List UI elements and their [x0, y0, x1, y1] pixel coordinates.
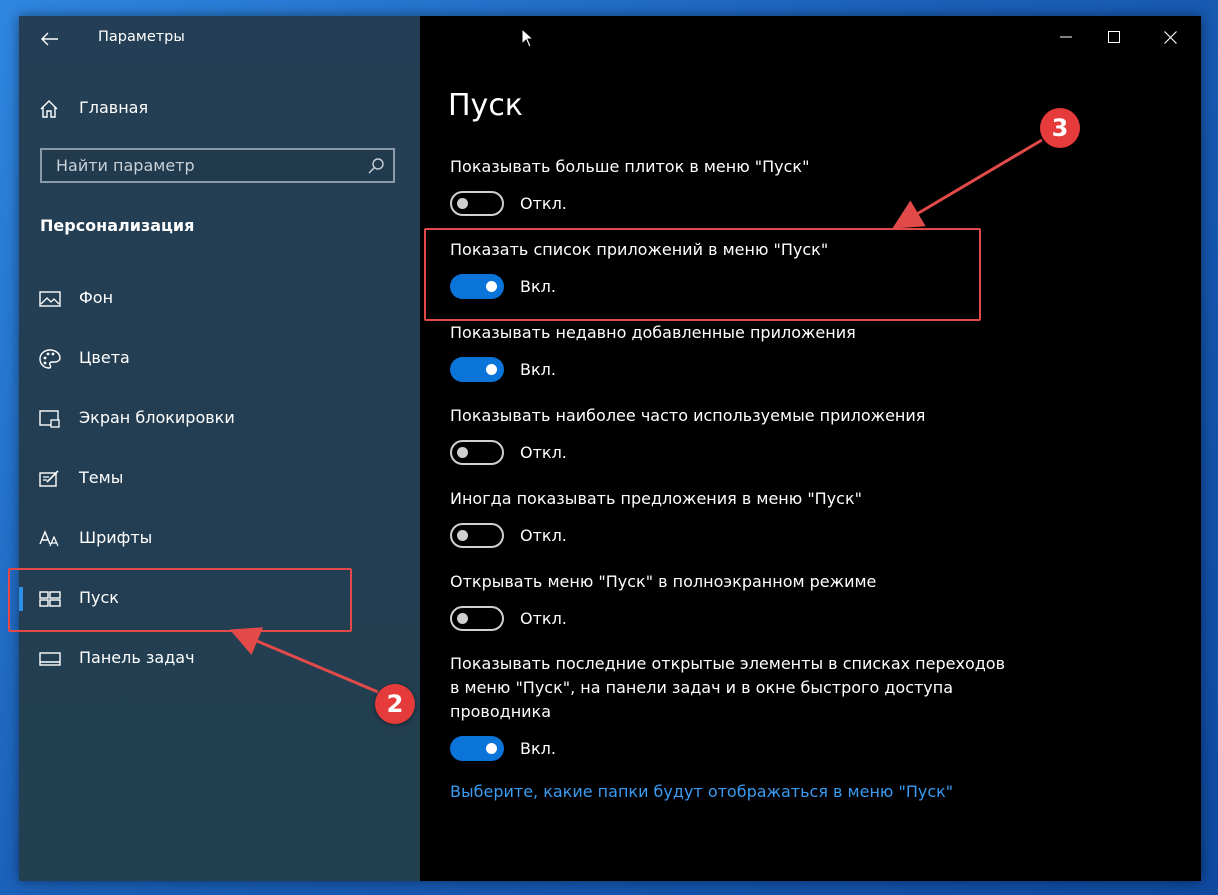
search-icon[interactable]: [367, 157, 385, 175]
palette-icon: [39, 349, 61, 369]
annotation-badge-2: 2: [375, 684, 415, 724]
minimize-button[interactable]: [1043, 23, 1089, 51]
sidebar-item-colors[interactable]: Цвета: [19, 337, 420, 381]
sidebar-item-label: Экран блокировки: [79, 408, 235, 427]
setting-most-used: Показывать наиболее часто используемые п…: [450, 404, 1050, 476]
setting-recently-added: Показывать недавно добавленные приложени…: [450, 321, 1050, 393]
back-button[interactable]: [33, 24, 67, 54]
sidebar-item-label: Фон: [79, 288, 114, 307]
minimize-icon: [1060, 36, 1072, 38]
toggle-knob: [457, 613, 468, 624]
settings-window: Параметры Главная Персонализация Фон: [19, 16, 1201, 881]
toggle-state-text: Вкл.: [520, 739, 556, 758]
picture-icon: [39, 291, 61, 307]
scrollbar[interactable]: [1191, 56, 1201, 876]
toggle-state-text: Откл.: [520, 526, 567, 545]
sidebar-item-label: Шрифты: [79, 528, 153, 547]
sidebar-item-themes[interactable]: Темы: [19, 457, 420, 501]
setting-fullscreen: Открывать меню "Пуск" в полноэкранном ре…: [450, 570, 1050, 642]
themes-icon: [39, 470, 59, 487]
annotation-box-start: [8, 568, 352, 632]
annotation-box-app-list: [424, 228, 981, 321]
setting-recent-items: Показывать последние открытые элементы в…: [450, 652, 1010, 772]
toggle-switch[interactable]: [450, 523, 504, 548]
sidebar-item-fonts[interactable]: Шрифты: [19, 517, 420, 561]
page-title: Пуск: [448, 88, 523, 123]
toggle-switch[interactable]: [450, 606, 504, 631]
toggle-knob: [486, 364, 497, 375]
setting-label: Иногда показывать предложения в меню "Пу…: [450, 489, 862, 508]
search-box: [40, 148, 395, 183]
mouse-cursor-icon: [521, 28, 535, 48]
sidebar-item-background[interactable]: Фон: [19, 277, 420, 321]
setting-label: Открывать меню "Пуск" в полноэкранном ре…: [450, 572, 877, 591]
toggle-switch[interactable]: [450, 357, 504, 382]
toggle-knob: [486, 743, 497, 754]
toggle-state-text: Вкл.: [520, 360, 556, 379]
sidebar-item-label: Темы: [79, 468, 124, 487]
sidebar-item-home[interactable]: Главная: [19, 94, 420, 124]
toggle-switch[interactable]: [450, 191, 504, 216]
setting-label: Показывать наиболее часто используемые п…: [450, 406, 926, 425]
choose-folders-link[interactable]: Выберите, какие папки будут отображаться…: [450, 782, 953, 801]
setting-suggestions: Иногда показывать предложения в меню "Пу…: [450, 487, 1050, 559]
setting-label: Показывать недавно добавленные приложени…: [450, 323, 856, 342]
sidebar: Параметры Главная Персонализация Фон: [19, 16, 420, 881]
toggle-knob: [457, 198, 468, 209]
toggle-state-text: Откл.: [520, 443, 567, 462]
close-button[interactable]: [1147, 23, 1193, 51]
sidebar-item-label: Цвета: [79, 348, 130, 367]
setting-label: Показывать больше плиток в меню "Пуск": [450, 157, 810, 176]
app-title: Параметры: [98, 29, 185, 45]
back-arrow-icon: [41, 32, 58, 46]
home-icon: [40, 100, 58, 118]
toggle-switch[interactable]: [450, 440, 504, 465]
annotation-badge-3: 3: [1040, 108, 1080, 148]
sidebar-item-taskbar[interactable]: Панель задач: [19, 637, 420, 681]
toggle-knob: [457, 530, 468, 541]
sidebar-item-label: Панель задач: [79, 648, 195, 667]
taskbar-icon: [39, 652, 61, 666]
toggle-switch[interactable]: [450, 736, 504, 761]
lock-screen-icon: [39, 410, 60, 428]
section-title: Персонализация: [40, 216, 195, 235]
toggle-knob: [457, 447, 468, 458]
close-icon: [1163, 30, 1177, 44]
sidebar-item-label: Главная: [79, 98, 149, 117]
fonts-icon: [39, 530, 59, 547]
maximize-button[interactable]: [1091, 23, 1137, 51]
maximize-icon: [1108, 31, 1120, 43]
sidebar-item-lock-screen[interactable]: Экран блокировки: [19, 397, 420, 441]
search-input[interactable]: [42, 150, 366, 181]
toggle-state-text: Откл.: [520, 609, 567, 628]
setting-label: Показывать последние открытые элементы в…: [450, 654, 1006, 721]
toggle-state-text: Откл.: [520, 194, 567, 213]
setting-more-tiles: Показывать больше плиток в меню "Пуск" О…: [450, 155, 1050, 227]
main-content: Пуск Показывать больше плиток в меню "Пу…: [420, 16, 1201, 881]
